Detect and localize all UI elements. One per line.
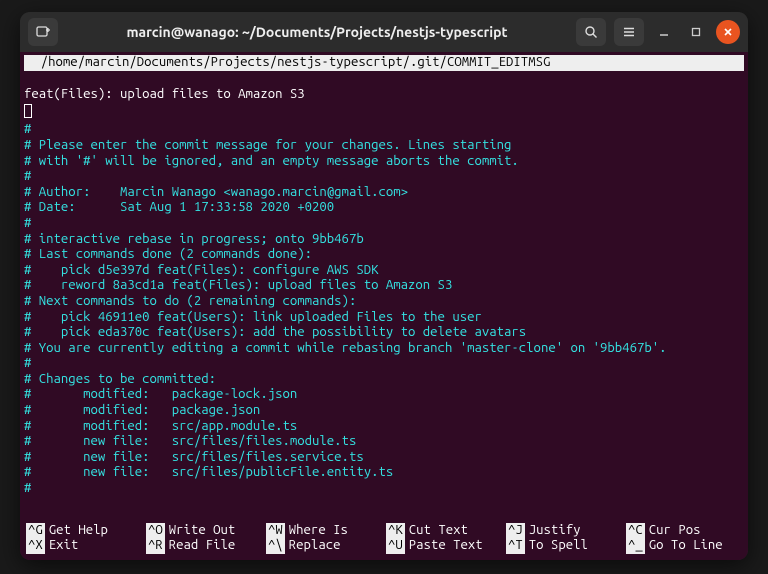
comment-line: # reword 8a3cd1a feat(Files): upload fil… xyxy=(24,278,452,292)
comment-line: # You are currently editing a commit whi… xyxy=(24,341,667,355)
shortcut-label: Justify xyxy=(529,523,581,539)
shortcut-justify: ^JJustify xyxy=(504,523,624,539)
comment-line: # pick 46911e0 feat(Users): link uploade… xyxy=(24,310,482,324)
nano-header: /home/marcin/Documents/Projects/nestjs-t… xyxy=(24,55,744,71)
comment-line: # pick d5e397d feat(Files): configure AW… xyxy=(24,263,378,277)
shortcut-get-help: ^GGet Help xyxy=(24,523,144,539)
shortcut-key: ^R xyxy=(146,538,165,554)
maximize-icon xyxy=(690,26,702,38)
close-icon xyxy=(723,27,733,37)
comment-line: # Changes to be committed: xyxy=(24,372,216,386)
shortcut-cur-pos: ^CCur Pos xyxy=(624,523,744,539)
shortcut-key: ^X xyxy=(26,538,45,554)
shortcut-key: ^J xyxy=(506,523,525,539)
shortcut-paste-text: ^UPaste Text xyxy=(384,538,504,554)
shortcut-key: ^W xyxy=(266,523,285,539)
shortcut-go-to-line: ^_Go To Line xyxy=(624,538,744,554)
shortcut-label: Cur Pos xyxy=(649,523,701,539)
comment-line: # Please enter the commit message for yo… xyxy=(24,138,511,152)
comment-line: # new file: src/files/files.module.ts xyxy=(24,434,356,448)
comment-line: # xyxy=(24,356,31,370)
comment-line: # xyxy=(24,169,31,183)
close-button[interactable] xyxy=(716,20,740,44)
comment-line: # Next commands to do (2 remaining comma… xyxy=(24,294,356,308)
comment-line: # with '#' will be ignored, and an empty… xyxy=(24,154,519,168)
comment-line: # pick eda370c feat(Users): add the poss… xyxy=(24,325,526,339)
window-title: marcin@wanago: ~/Documents/Projects/nest… xyxy=(66,24,568,40)
shortcut-write-out: ^OWrite Out xyxy=(144,523,264,539)
comment-line: # modified: package-lock.json xyxy=(24,387,297,401)
comment-line: # modified: src/app.module.ts xyxy=(24,419,297,433)
shortcut-label: Go To Line xyxy=(649,538,723,554)
shortcut-label: Write Out xyxy=(169,523,235,539)
comment-line: # new file: src/files/files.service.ts xyxy=(24,450,364,464)
comment-line: # xyxy=(24,481,31,495)
search-icon xyxy=(584,25,598,39)
shortcut-label: Get Help xyxy=(49,523,108,539)
shortcut-key: ^_ xyxy=(626,538,645,554)
shortcut-label: Read File xyxy=(169,538,235,554)
shortcut-label: Replace xyxy=(289,538,341,554)
shortcut-read-file: ^RRead File xyxy=(144,538,264,554)
titlebar: marcin@wanago: ~/Documents/Projects/nest… xyxy=(20,12,748,52)
shortcut-to-spell: ^TTo Spell xyxy=(504,538,624,554)
shortcut-cut-text: ^KCut Text xyxy=(384,523,504,539)
shortcut-key: ^O xyxy=(146,523,165,539)
minimize-icon xyxy=(658,26,670,38)
shortcut-label: Exit xyxy=(49,538,79,554)
maximize-button[interactable] xyxy=(684,20,708,44)
shortcut-where-is: ^WWhere Is xyxy=(264,523,384,539)
nano-file-name: COMMIT_EDITMSG xyxy=(447,55,550,69)
shortcut-label: Paste Text xyxy=(409,538,483,554)
shortcut-replace: ^\Replace xyxy=(264,538,384,554)
terminal-window: marcin@wanago: ~/Documents/Projects/nest… xyxy=(20,12,748,560)
comment-line: # interactive rebase in progress; onto 9… xyxy=(24,232,364,246)
editor-body[interactable]: feat(Files): upload files to Amazon S3 #… xyxy=(24,72,744,522)
shortcut-key: ^G xyxy=(26,523,45,539)
shortcut-label: To Spell xyxy=(529,538,588,554)
text-cursor xyxy=(24,104,32,118)
comment-line: # xyxy=(24,122,31,136)
new-tab-icon xyxy=(35,24,51,40)
shortcut-key: ^\ xyxy=(266,538,285,554)
shortcut-label: Cut Text xyxy=(409,523,468,539)
comment-line: # Date: Sat Aug 1 17:33:58 2020 +0200 xyxy=(24,200,334,214)
comment-line: # Last commands done (2 commands done): xyxy=(24,247,312,261)
shortcut-key: ^U xyxy=(386,538,405,554)
shortcut-key: ^C xyxy=(626,523,645,539)
nano-shortcuts: ^GGet Help ^OWrite Out ^WWhere Is ^KCut … xyxy=(24,522,744,558)
hamburger-menu-button[interactable] xyxy=(614,18,644,46)
minimize-button[interactable] xyxy=(652,20,676,44)
comment-line: # xyxy=(24,216,31,230)
comment-line: # Author: Marcin Wanago <wanago.marcin@g… xyxy=(24,185,408,199)
commit-message-line[interactable]: feat(Files): upload files to Amazon S3 xyxy=(24,87,305,101)
shortcut-exit: ^XExit xyxy=(24,538,144,554)
shortcut-key: ^K xyxy=(386,523,405,539)
shortcut-key: ^T xyxy=(506,538,525,554)
shortcut-label: Where Is xyxy=(289,523,348,539)
comment-line: # new file: src/files/publicFile.entity.… xyxy=(24,465,393,479)
hamburger-icon xyxy=(622,25,636,39)
nano-file-path: /home/marcin/Documents/Projects/nestjs-t… xyxy=(26,55,447,69)
terminal-content[interactable]: /home/marcin/Documents/Projects/nestjs-t… xyxy=(20,52,748,560)
comment-line: # modified: package.json xyxy=(24,403,260,417)
titlebar-right xyxy=(576,18,740,46)
search-button[interactable] xyxy=(576,18,606,46)
new-tab-button[interactable] xyxy=(28,18,58,46)
